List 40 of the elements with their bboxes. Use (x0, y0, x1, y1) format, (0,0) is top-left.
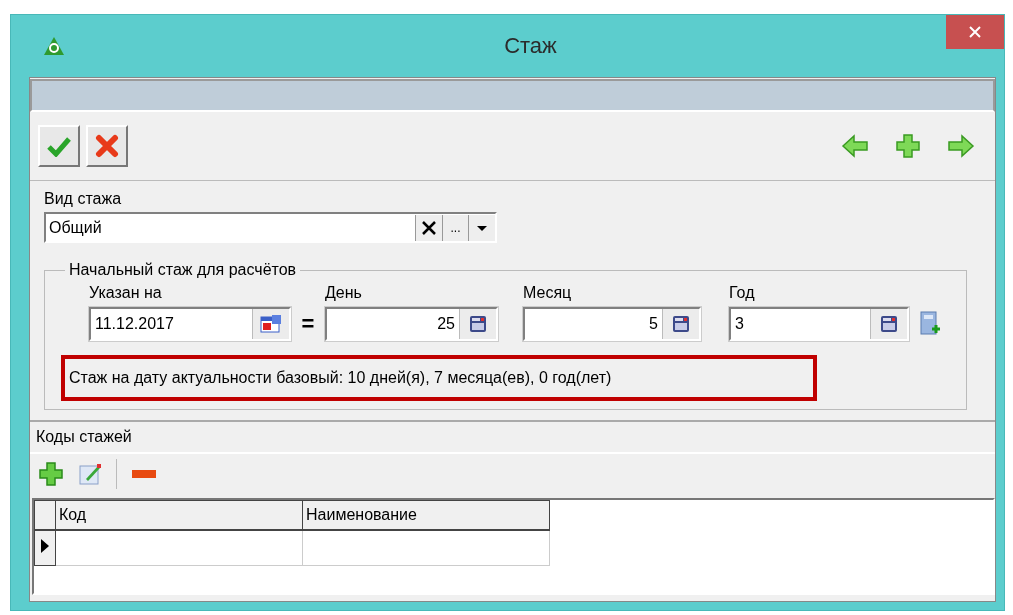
calculator-add-icon[interactable] (919, 310, 941, 338)
calculator-icon[interactable] (469, 315, 487, 333)
minus-icon[interactable] (131, 469, 157, 479)
calculator-icon[interactable] (672, 315, 690, 333)
plus-icon[interactable] (38, 461, 64, 487)
summary-text: Стаж на дату актуальности базовый: 10 дней(я), 7 месяца(ев), 0 год(лет) (61, 355, 817, 401)
field-label: Год (729, 283, 756, 303)
window-title: Стаж (503, 33, 558, 59)
cross-icon (95, 134, 119, 158)
arrow-right-icon[interactable] (947, 134, 975, 158)
browse-button[interactable]: ... (442, 214, 468, 241)
input-field[interactable]: 25 (325, 307, 498, 341)
row-pointer-icon (40, 538, 50, 554)
clear-icon[interactable] (415, 214, 442, 241)
edit-icon[interactable] (78, 462, 102, 486)
field-label: День (325, 283, 363, 303)
field-label: Месяц (523, 283, 573, 303)
calculator-icon[interactable] (880, 315, 898, 333)
group-title: Начальный стаж для расчётов (68, 261, 298, 279)
input-field[interactable]: 3 (729, 307, 909, 341)
close-button[interactable] (946, 15, 1004, 49)
equals-sign: = (300, 310, 316, 338)
close-icon (968, 25, 982, 39)
field-label: Указан на (89, 283, 163, 303)
ok-button[interactable] (38, 125, 80, 167)
type-combo-box[interactable]: Общий ... (44, 212, 497, 243)
calendar-icon[interactable] (260, 314, 282, 334)
section-header: Коды стажей (30, 422, 995, 454)
cancel-button[interactable] (86, 125, 128, 167)
column-header[interactable]: Код (55, 500, 303, 530)
row-indicator[interactable] (34, 530, 56, 566)
input-field[interactable]: 11.12.2017 (89, 307, 291, 341)
dropdown-caret-icon[interactable] (468, 214, 495, 241)
checkmark-icon (46, 135, 72, 157)
field-label: Вид стажа (44, 189, 123, 209)
arrow-left-icon[interactable] (841, 134, 869, 158)
column-header[interactable]: Наименование (302, 500, 550, 530)
plus-icon[interactable] (895, 133, 921, 159)
input-field[interactable]: 5 (523, 307, 701, 341)
app-logo-icon (43, 36, 65, 56)
